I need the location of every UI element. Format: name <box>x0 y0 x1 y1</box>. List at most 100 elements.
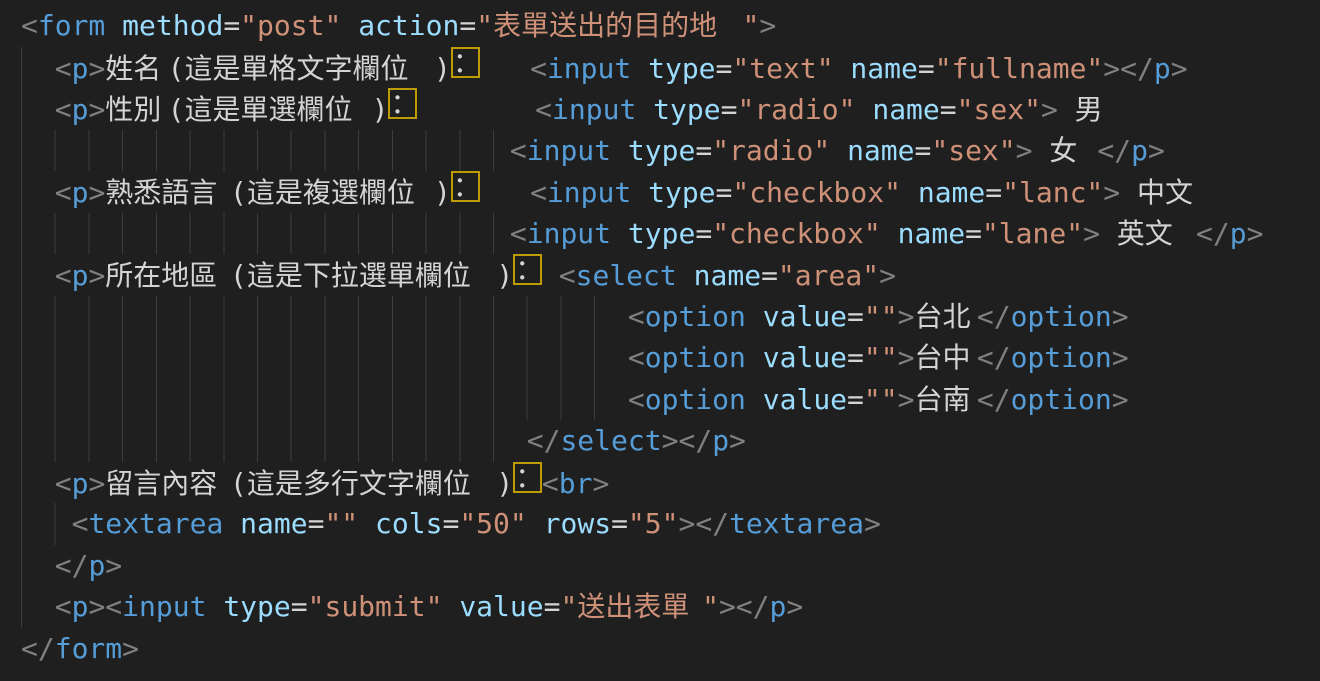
cjk-text-token: 這是多行文字欄位 <box>247 463 496 505</box>
whitespace-token <box>611 134 628 167</box>
whitespace-token <box>830 134 847 167</box>
tag-name-token: p <box>72 93 89 126</box>
equals-token: = <box>291 590 308 623</box>
string-token: "sex" <box>931 134 1015 167</box>
punctuation-token: > <box>592 467 609 500</box>
punctuation-token: < <box>510 134 527 167</box>
tag-name-token: option <box>1011 300 1112 333</box>
cjk-text-token: 性別 <box>105 89 167 131</box>
code-line[interactable]: <option value="">台北</option> <box>21 296 1320 338</box>
tag-name-token: p <box>72 590 89 623</box>
attribute-name-token: type <box>628 134 695 167</box>
punctuation-token: < <box>510 217 527 250</box>
cjk-text-token: 男 <box>1075 89 1106 131</box>
string-token: "" <box>864 341 898 374</box>
unicode-highlight-colon: ： <box>451 171 480 202</box>
tag-name-token: p <box>1131 134 1148 167</box>
code-line[interactable]: <form method="post" action="表單送出的目的地"> <box>21 5 1320 47</box>
equals-token: = <box>847 383 864 416</box>
cjk-text-token: 這是下拉選單欄位 <box>247 255 496 297</box>
whitespace-token <box>21 507 72 540</box>
punctuation-token: > <box>88 93 105 126</box>
punctuation-token: > <box>88 467 105 500</box>
punctuation-token: < <box>535 93 552 126</box>
punctuation-token: </ <box>21 632 55 665</box>
tag-name-token: p <box>88 549 105 582</box>
code-line[interactable]: <input type="radio" name="sex"> 女 </p> <box>21 130 1320 172</box>
code-line[interactable]: <p>性別(這是單選欄位)： <input type="radio" name=… <box>21 88 1320 130</box>
code-line[interactable]: </p> <box>21 545 1320 587</box>
code-line[interactable]: <p>留言內容(這是多行文字欄位)：<br> <box>21 462 1320 504</box>
whitespace-token <box>21 341 628 374</box>
whitespace-token <box>901 176 918 209</box>
whitespace-token <box>746 300 763 333</box>
whitespace-token <box>746 341 763 374</box>
whitespace-token <box>21 300 628 333</box>
whitespace-token <box>631 52 648 85</box>
attribute-name-token: name <box>240 507 307 540</box>
code-editor[interactable]: <form method="post" action="表單送出的目的地"> <… <box>0 0 1320 681</box>
text-token: ) <box>372 93 389 126</box>
tag-name-token: input <box>527 217 611 250</box>
string-token: "text" <box>732 52 833 85</box>
text-token: ) <box>434 52 451 85</box>
whitespace-token <box>1120 176 1137 209</box>
whitespace-token <box>442 590 459 623</box>
punctuation-token: </ <box>977 383 1011 416</box>
code-line[interactable]: <textarea name="" cols="50" rows="5"></t… <box>21 503 1320 545</box>
code-line[interactable]: </select></p> <box>21 420 1320 462</box>
attribute-name-token: cols <box>375 507 442 540</box>
code-line[interactable]: <option value="">台中</option> <box>21 337 1320 379</box>
punctuation-token: > <box>122 632 139 665</box>
code-line[interactable]: <p>所在地區(這是下拉選單欄位)： <select name="area"> <box>21 254 1320 296</box>
whitespace-token <box>1058 93 1075 126</box>
string-token: "lanc" <box>1002 176 1103 209</box>
cjk-string-token: 表單送出的目的地 <box>493 5 742 47</box>
equals-token: = <box>716 52 733 85</box>
punctuation-token: > <box>88 176 105 209</box>
whitespace-token <box>223 507 240 540</box>
punctuation-token: > <box>1171 52 1188 85</box>
attribute-name-token: name <box>872 93 939 126</box>
equals-token: = <box>918 52 935 85</box>
whitespace-token <box>611 217 628 250</box>
punctuation-token: > <box>679 507 696 540</box>
string-token: "checkbox" <box>732 176 901 209</box>
attribute-name-token: type <box>628 217 695 250</box>
punctuation-token: < <box>21 9 38 42</box>
attribute-name-token: method <box>122 9 223 42</box>
tag-name-token: input <box>552 93 636 126</box>
equals-token: = <box>761 259 778 292</box>
punctuation-token: </ <box>678 424 712 457</box>
tag-name-token: p <box>72 467 89 500</box>
equals-token: = <box>721 93 738 126</box>
string-token: "50" <box>459 507 526 540</box>
code-line[interactable]: <p><input type="submit" value="送出表單"></p… <box>21 586 1320 628</box>
equals-token: = <box>459 9 476 42</box>
equals-token: = <box>695 217 712 250</box>
equals-token: = <box>915 134 932 167</box>
attribute-name-token: value <box>459 590 543 623</box>
code-line[interactable]: <p>熟悉語言(這是複選欄位)： <input type="checkbox" … <box>21 171 1320 213</box>
tag-name-token: p <box>770 590 787 623</box>
attribute-name-token: value <box>763 383 847 416</box>
tag-name-token: input <box>547 176 631 209</box>
punctuation-token: < <box>72 507 89 540</box>
code-line[interactable]: </form> <box>21 628 1320 670</box>
whitespace-token <box>21 217 510 250</box>
punctuation-token: < <box>55 52 72 85</box>
equals-token: = <box>308 507 325 540</box>
cjk-text-token: 女 <box>1049 130 1080 172</box>
punctuation-token: > <box>662 424 679 457</box>
whitespace-token <box>21 134 510 167</box>
tag-name-token: p <box>72 176 89 209</box>
code-line[interactable]: <p>姓名(這是單格文字欄位)： <input type="text" name… <box>21 47 1320 89</box>
punctuation-token: > <box>1112 300 1129 333</box>
tag-name-token: form <box>55 632 122 665</box>
punctuation-token: </ <box>695 507 729 540</box>
tag-name-token: option <box>645 383 746 416</box>
code-line[interactable]: <option value="">台南</option> <box>21 379 1320 421</box>
cjk-text-token: 中文 <box>1137 172 1199 214</box>
code-line[interactable]: <input type="checkbox" name="lane"> 英文 <… <box>21 213 1320 255</box>
punctuation-token: </ <box>1097 134 1131 167</box>
